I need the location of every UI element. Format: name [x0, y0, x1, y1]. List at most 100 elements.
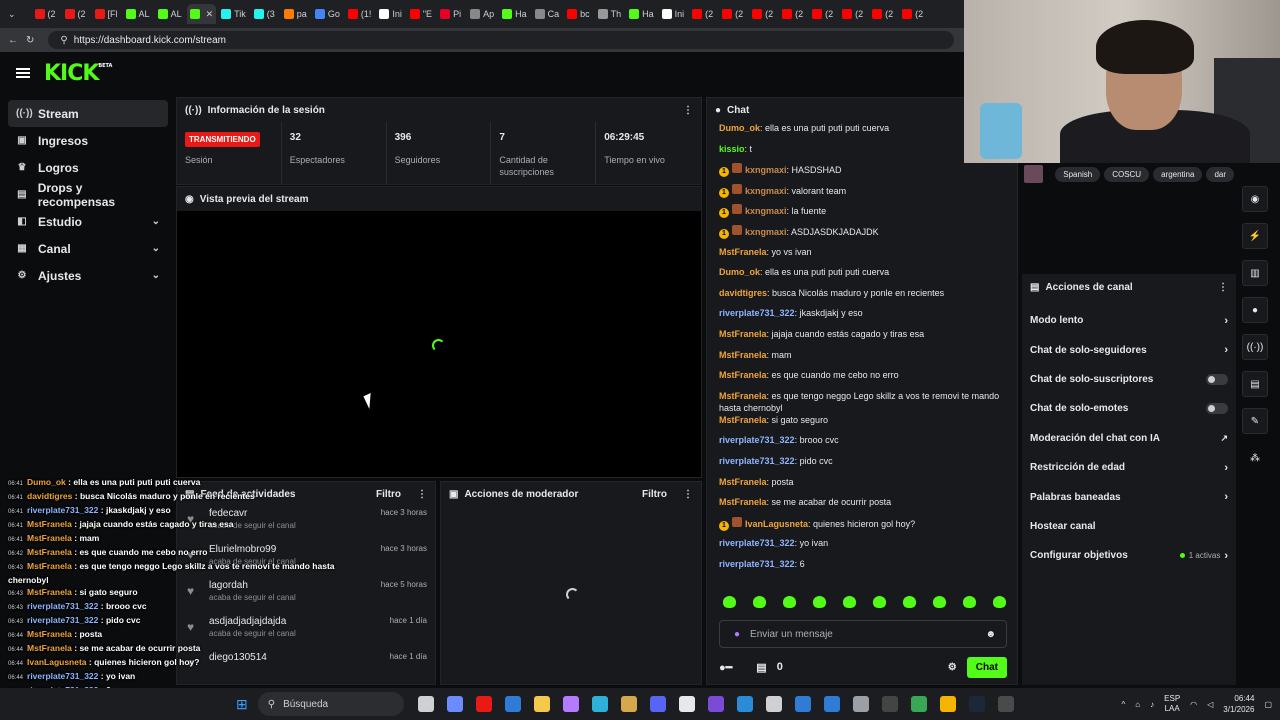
sidebar-item-ingresos[interactable]: ▣ Ingresos — [8, 127, 168, 154]
channel-action[interactable]: Hostear canal — [1022, 512, 1236, 541]
emoji-icon[interactable]: ☻ — [985, 629, 996, 640]
chat-username[interactable]: Dumo_ok — [719, 267, 760, 277]
kick-logo[interactable]: KICK BETA — [44, 61, 112, 86]
hamburger-menu-icon[interactable] — [16, 68, 30, 78]
browser-tab[interactable]: Ini — [376, 4, 405, 24]
app-icon[interactable] — [707, 696, 724, 712]
palette-icon[interactable]: ⁂ — [1242, 445, 1268, 471]
channel-action[interactable]: Chat de solo-emotes — [1022, 394, 1236, 423]
browser-tab[interactable]: (2 — [689, 4, 717, 24]
sidebar-item-estudio[interactable]: ◧ Estudio ⌄ — [8, 208, 168, 235]
edge-icon[interactable] — [591, 696, 608, 712]
emote-icon[interactable] — [723, 596, 736, 608]
task-view-icon[interactable] — [417, 696, 434, 712]
browser-tab[interactable]: (2 — [749, 4, 777, 24]
close-tab-icon[interactable]: ✕ — [206, 9, 214, 20]
emote-icon[interactable] — [933, 596, 946, 608]
browser-tab[interactable]: bc — [564, 4, 593, 24]
browser-tab[interactable]: Ca — [532, 4, 563, 24]
wrench-icon[interactable]: ✎ — [1242, 408, 1268, 434]
channel-action[interactable]: Moderación del chat con IA ↗ — [1022, 424, 1236, 453]
vortex-icon[interactable] — [620, 696, 637, 712]
chat-username[interactable]: riverplate731_322 — [719, 308, 795, 318]
chat-username[interactable]: riverplate731_322 — [719, 538, 795, 548]
steam-icon[interactable] — [968, 696, 985, 712]
pen-icon[interactable] — [562, 696, 579, 712]
language-indicator[interactable]: ESP LAA — [1164, 694, 1180, 714]
browser-tab[interactable]: Ha — [499, 4, 530, 24]
kebab-menu-icon[interactable]: ⋮ — [683, 489, 693, 500]
browser-tab[interactable]: Pi — [437, 4, 465, 24]
camera-icon[interactable]: ◉ — [1242, 186, 1268, 212]
clock[interactable]: 06:44 3/1/2026 — [1223, 693, 1254, 715]
lightning-icon[interactable]: ⚡ — [1242, 223, 1268, 249]
sidebar-item-stream[interactable]: ((·)) Stream — [8, 100, 168, 127]
channel-action[interactable]: Restricción de edad › — [1022, 453, 1236, 482]
browser-tab[interactable]: (2 — [32, 4, 60, 24]
chat-username[interactable]: davidtigres — [719, 288, 767, 298]
stream-tag[interactable]: argentina — [1153, 166, 1203, 182]
filter-button[interactable]: Filtro — [376, 489, 401, 500]
chat-username[interactable]: MstFranela — [719, 477, 767, 487]
browser-tab[interactable]: (2 — [719, 4, 747, 24]
browser-tab[interactable]: [Fl — [92, 4, 121, 24]
emote-icon[interactable] — [873, 596, 886, 608]
chat-username[interactable]: MstFranela — [719, 391, 767, 401]
vscode-icon[interactable] — [736, 696, 753, 712]
chat-username[interactable]: riverplate731_322 — [719, 435, 795, 445]
settings-icon[interactable] — [852, 696, 869, 712]
chrome-icon[interactable] — [939, 696, 956, 712]
channel-action[interactable]: Modo lento › — [1022, 306, 1236, 335]
sidebar-item-canal[interactable]: ▦ Canal ⌄ — [8, 235, 168, 262]
tab-menu-icon[interactable]: ⌄ — [8, 9, 16, 20]
chat-username[interactable]: riverplate731_322 — [719, 559, 795, 569]
chat-username[interactable]: kxngmaxi — [745, 206, 787, 216]
chat-username[interactable]: MstFranela — [719, 350, 767, 360]
sidebar-item-logros[interactable]: ♛ Logros — [8, 154, 168, 181]
emote-icon[interactable] — [783, 596, 796, 608]
back-icon[interactable]: ← — [8, 35, 18, 46]
channel-action[interactable]: Configurar objetivos 1 activas › — [1022, 541, 1236, 570]
url-field[interactable]: ⚲ https://dashboard.kick.com/stream — [48, 31, 954, 49]
emote-icon[interactable] — [753, 596, 766, 608]
chat-username[interactable]: kxngmaxi — [745, 186, 787, 196]
kebab-menu-icon[interactable]: ⋮ — [683, 105, 693, 116]
toggle-switch[interactable] — [1206, 403, 1228, 415]
chat-username[interactable]: MstFranela — [719, 415, 767, 425]
photos-icon[interactable] — [823, 696, 840, 712]
calculator-icon[interactable] — [997, 696, 1014, 712]
browser-tab[interactable]: (2 — [809, 4, 837, 24]
video-player[interactable] — [177, 211, 701, 477]
browser-tab[interactable]: (2 — [899, 4, 927, 24]
windows-start-icon[interactable]: ⊞ — [236, 696, 248, 713]
chat-username[interactable]: Dumo_ok — [719, 123, 760, 133]
kebab-menu-icon[interactable]: ⋮ — [1218, 282, 1228, 293]
reload-icon[interactable]: ↻ — [26, 35, 34, 46]
globe-icon[interactable] — [910, 696, 927, 712]
sidebar-item-ajustes[interactable]: ⚙ Ajustes ⌄ — [8, 262, 168, 289]
opera-icon[interactable] — [475, 696, 492, 712]
site-info-icon[interactable]: ⚲ — [60, 35, 67, 46]
chat-username[interactable]: riverplate731_322 — [719, 456, 795, 466]
chat-username[interactable]: IvanLagusneta — [745, 519, 808, 529]
browser-tab[interactable]: Ap — [467, 4, 497, 24]
kebab-menu-icon[interactable]: ⋮ — [417, 489, 427, 500]
stream-tag[interactable]: COSCU — [1104, 166, 1150, 182]
stream-tag[interactable]: Spanish — [1055, 166, 1101, 182]
taskbar-search[interactable]: ⚲ Búsqueda — [257, 692, 404, 716]
emote-icon[interactable] — [903, 596, 916, 608]
filter-button[interactable]: Filtro — [642, 489, 667, 500]
chat-username[interactable]: kxngmaxi — [745, 165, 787, 175]
browser-tab[interactable]: Ini — [659, 4, 688, 24]
browser-tab[interactable]: AL — [123, 4, 153, 24]
discord-icon[interactable] — [649, 696, 666, 712]
chat-username[interactable]: MstFranela — [719, 247, 767, 257]
emote-icon[interactable] — [993, 596, 1006, 608]
chat-bubble-icon[interactable]: ● — [1242, 297, 1268, 323]
browser-tab[interactable]: Tik — [218, 4, 249, 24]
browser-tab[interactable]: ✕ — [186, 4, 217, 24]
folder-icon[interactable] — [533, 696, 550, 712]
browser-tab[interactable]: "E — [407, 4, 435, 24]
send-chat-button[interactable]: Chat — [966, 656, 1007, 678]
wifi-icon[interactable]: ◠ — [1190, 700, 1197, 709]
